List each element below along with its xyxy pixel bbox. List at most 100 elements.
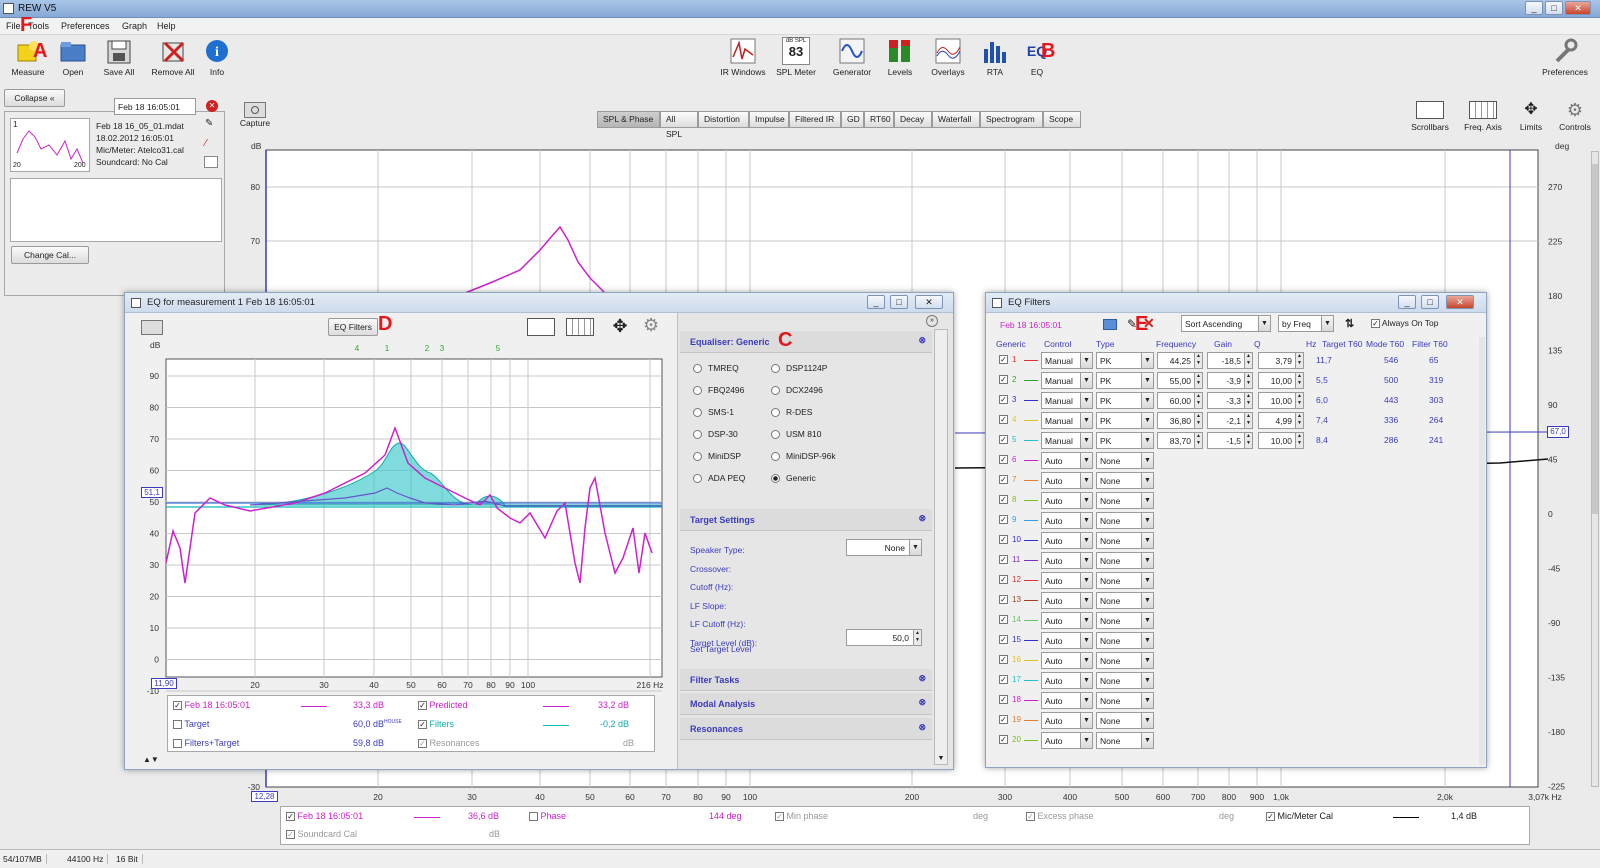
filter-type-select[interactable]: PK ▼: [1096, 372, 1154, 389]
radio-generic[interactable]: Generic: [771, 473, 816, 484]
speaker-type-select[interactable]: None ▼: [846, 539, 922, 556]
filter-frequency-input[interactable]: 36,80 ▲ ▼: [1157, 412, 1203, 429]
filter-type-select[interactable]: None ▼: [1096, 552, 1154, 569]
legend-item-filters[interactable]: ✓ Filters: [418, 719, 454, 730]
filter-control-select[interactable]: Manual ▼: [1041, 392, 1093, 409]
filter-control-select[interactable]: Auto ▼: [1041, 492, 1093, 509]
filter-control-select[interactable]: Auto ▼: [1041, 592, 1093, 609]
filter-enable-checkbox[interactable]: ✓: [999, 595, 1008, 604]
filter-enable-checkbox[interactable]: ✓: [999, 535, 1008, 544]
filter-enable-checkbox[interactable]: ✓: [999, 675, 1008, 684]
filter-type-select[interactable]: None ▼: [1096, 512, 1154, 529]
legend-item-mic-cal[interactable]: ✓ Mic/Meter Cal: [1266, 811, 1333, 822]
filter-control-select[interactable]: Auto ▼: [1041, 692, 1093, 709]
modal-analysis-header[interactable]: Modal Analysis ⊗: [680, 693, 932, 715]
filter-frequency-input[interactable]: 60,00 ▲ ▼: [1157, 392, 1203, 409]
close-icon[interactable]: ✕: [1446, 295, 1474, 309]
filter-control-select[interactable]: Auto ▼: [1041, 512, 1093, 529]
filter-control-select[interactable]: Auto ▼: [1041, 712, 1093, 729]
radio-usm-810[interactable]: USM 810: [771, 429, 821, 440]
filter-enable-checkbox[interactable]: ✓: [999, 355, 1008, 364]
filter-type-select[interactable]: None ▼: [1096, 672, 1154, 689]
radio-dsp-30[interactable]: DSP-30: [693, 429, 738, 440]
legend-item-target[interactable]: Target: [173, 719, 209, 730]
filter-enable-checkbox[interactable]: ✓: [999, 495, 1008, 504]
filter-enable-checkbox[interactable]: ✓: [999, 435, 1008, 444]
filter-control-select[interactable]: Auto ▼: [1041, 572, 1093, 589]
legend-item-resonances[interactable]: ✓ Resonances: [418, 738, 480, 749]
filter-control-select[interactable]: Manual ▼: [1041, 372, 1093, 389]
equaliser-section-header[interactable]: Equaliser: Generic ⊗: [680, 331, 932, 353]
filter-enable-checkbox[interactable]: ✓: [999, 715, 1008, 724]
filter-control-select[interactable]: Auto ▼: [1041, 632, 1093, 649]
filter-gain-input[interactable]: -18,5 ▲ ▼: [1207, 352, 1253, 369]
filter-q-input[interactable]: 10,00 ▲ ▼: [1258, 432, 1304, 449]
filter-control-select[interactable]: Auto ▼: [1041, 732, 1093, 749]
filter-type-select[interactable]: PK ▼: [1096, 432, 1154, 449]
sort-order-icon[interactable]: ⇅: [1345, 317, 1354, 330]
filter-q-input[interactable]: 4,99 ▲ ▼: [1258, 412, 1304, 429]
legend-item-predicted[interactable]: ✓ Predicted: [418, 700, 468, 711]
filter-type-select[interactable]: None ▼: [1096, 732, 1154, 749]
filter-q-input[interactable]: 10,00 ▲ ▼: [1258, 372, 1304, 389]
radio-minidsp-96k[interactable]: MiniDSP-96k: [771, 451, 836, 462]
collapse-panel-icon[interactable]: »: [926, 315, 938, 327]
settings-scrollbar[interactable]: ▼: [934, 329, 948, 765]
radio-dcx2496[interactable]: DCX2496: [771, 385, 823, 396]
filter-type-select[interactable]: None ▼: [1096, 692, 1154, 709]
eq-filters-scrollbar[interactable]: [1479, 337, 1485, 765]
filter-type-select[interactable]: None ▼: [1096, 632, 1154, 649]
filter-enable-checkbox[interactable]: ✓: [999, 475, 1008, 484]
minimize-icon[interactable]: _: [867, 295, 885, 309]
close-icon[interactable]: ✕: [915, 295, 943, 309]
legend-item-min-phase[interactable]: ✓ Min phase: [775, 811, 828, 822]
filter-gain-input[interactable]: -3,3 ▲ ▼: [1207, 392, 1253, 409]
filter-frequency-input[interactable]: 55,00 ▲ ▼: [1157, 372, 1203, 389]
filter-type-select[interactable]: None ▼: [1096, 472, 1154, 489]
filter-type-select[interactable]: None ▼: [1096, 712, 1154, 729]
filter-control-select[interactable]: Manual ▼: [1041, 352, 1093, 369]
radio-ada-peq[interactable]: ADA PEQ: [693, 473, 745, 484]
radio-minidsp[interactable]: MiniDSP: [693, 451, 741, 462]
filter-type-select[interactable]: None ▼: [1096, 452, 1154, 469]
filter-control-select[interactable]: Auto ▼: [1041, 612, 1093, 629]
legend-item-filters-target[interactable]: Filters+Target: [173, 738, 239, 749]
expand-arrows-icon[interactable]: ▲▼: [143, 755, 159, 764]
filter-q-input[interactable]: 10,00 ▲ ▼: [1258, 392, 1304, 409]
open-folder-icon[interactable]: [1103, 319, 1117, 330]
target-settings-header[interactable]: Target Settings ⊗: [680, 509, 932, 531]
legend-item-measurement[interactable]: ✓ Feb 18 16:05:01: [173, 700, 250, 711]
main-vertical-scrollbar[interactable]: [1591, 151, 1599, 787]
resonances-header[interactable]: Resonances ⊗: [680, 718, 932, 740]
filter-q-input[interactable]: 3,79 ▲ ▼: [1258, 352, 1304, 369]
filter-enable-checkbox[interactable]: ✓: [999, 395, 1008, 404]
always-on-top-checkbox[interactable]: ✓ Always On Top: [1371, 318, 1438, 329]
filter-enable-checkbox[interactable]: ✓: [999, 695, 1008, 704]
radio-sms-1[interactable]: SMS-1: [693, 407, 734, 418]
filter-type-select[interactable]: None ▼: [1096, 592, 1154, 609]
filter-type-select[interactable]: None ▼: [1096, 652, 1154, 669]
set-target-level-link[interactable]: Set Target Level: [690, 644, 751, 654]
filter-type-select[interactable]: PK ▼: [1096, 352, 1154, 369]
filter-frequency-input[interactable]: 83,70 ▲ ▼: [1157, 432, 1203, 449]
filter-enable-checkbox[interactable]: ✓: [999, 415, 1008, 424]
filter-enable-checkbox[interactable]: ✓: [999, 735, 1008, 744]
maximize-icon[interactable]: □: [890, 295, 908, 309]
legend-item-measurement[interactable]: ✓ Feb 18 16:05:01: [286, 811, 363, 822]
filter-control-select[interactable]: Auto ▼: [1041, 652, 1093, 669]
filter-control-select[interactable]: Manual ▼: [1041, 412, 1093, 429]
filter-gain-input[interactable]: -2,1 ▲ ▼: [1207, 412, 1253, 429]
filter-enable-checkbox[interactable]: ✓: [999, 635, 1008, 644]
minimize-icon[interactable]: _: [1398, 295, 1416, 309]
filter-gain-input[interactable]: -3,9 ▲ ▼: [1207, 372, 1253, 389]
filter-enable-checkbox[interactable]: ✓: [999, 375, 1008, 384]
filter-enable-checkbox[interactable]: ✓: [999, 655, 1008, 664]
filter-frequency-input[interactable]: 44,25 ▲ ▼: [1157, 352, 1203, 369]
eq-plot-area[interactable]: [165, 358, 663, 678]
radio-tmreq[interactable]: TMREQ: [693, 363, 739, 374]
filter-control-select[interactable]: Auto ▼: [1041, 552, 1093, 569]
maximize-icon[interactable]: □: [1421, 295, 1439, 309]
legend-item-phase[interactable]: Phase: [529, 811, 566, 822]
filter-enable-checkbox[interactable]: ✓: [999, 515, 1008, 524]
legend-item-excess-phase[interactable]: ✓ Excess phase: [1026, 811, 1094, 822]
